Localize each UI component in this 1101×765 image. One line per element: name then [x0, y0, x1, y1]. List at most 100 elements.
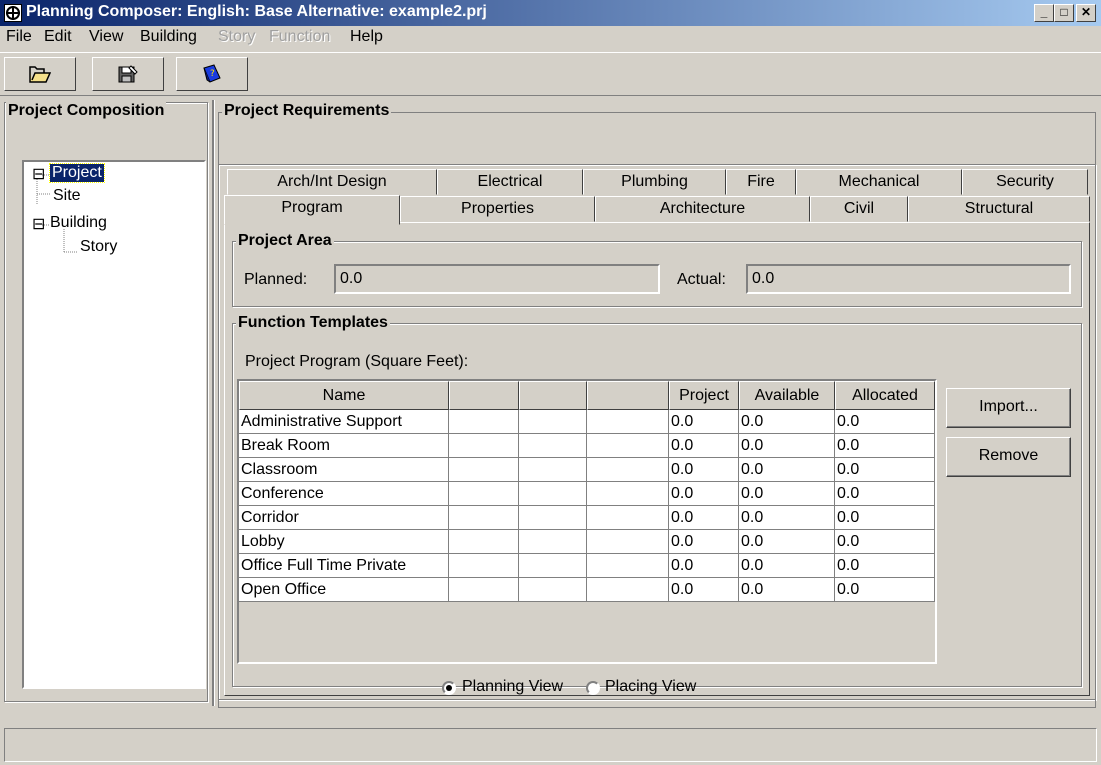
table-cell[interactable]: Open Office [239, 578, 449, 602]
table-cell[interactable] [449, 578, 519, 602]
help-button[interactable]: ? [176, 57, 248, 91]
table-header-col-project[interactable]: Project [669, 381, 739, 410]
table-cell[interactable]: Classroom [239, 458, 449, 482]
table-cell[interactable]: 0.0 [835, 482, 935, 506]
tab-electrical[interactable]: Electrical [437, 169, 583, 195]
table-cell[interactable]: 0.0 [669, 578, 739, 602]
table-cell[interactable]: 0.0 [835, 410, 935, 434]
tab-security[interactable]: Security [962, 169, 1088, 195]
table-cell[interactable] [449, 530, 519, 554]
table-cell[interactable] [449, 554, 519, 578]
table-header-col-available[interactable]: Available [739, 381, 835, 410]
table-cell[interactable]: 0.0 [669, 410, 739, 434]
open-button[interactable] [4, 57, 76, 91]
tree-expander-project[interactable]: ⊟ [32, 164, 45, 184]
tab-mechanical[interactable]: Mechanical [796, 169, 962, 195]
table-cell[interactable]: Office Full Time Private [239, 554, 449, 578]
table-cell[interactable] [587, 434, 669, 458]
table-cell[interactable]: 0.0 [835, 458, 935, 482]
tree-expander-building[interactable]: ⊟ [32, 214, 45, 234]
table-cell[interactable] [587, 482, 669, 506]
table-header-col-blank-2[interactable] [519, 381, 587, 410]
table-cell[interactable] [587, 410, 669, 434]
table-header-col-allocated[interactable]: Allocated [835, 381, 935, 410]
table-cell[interactable]: 0.0 [739, 554, 835, 578]
close-button[interactable]: ✕ [1076, 4, 1096, 22]
table-cell[interactable]: 0.0 [739, 410, 835, 434]
table-cell[interactable] [449, 482, 519, 506]
table-cell[interactable]: 0.0 [669, 482, 739, 506]
table-cell[interactable] [519, 434, 587, 458]
table-cell[interactable]: 0.0 [835, 554, 935, 578]
table-row[interactable]: Lobby 0.0 0.0 0.0 [239, 530, 935, 554]
table-cell[interactable]: Conference [239, 482, 449, 506]
table-cell[interactable] [449, 410, 519, 434]
menu-view[interactable]: View [89, 28, 123, 46]
table-cell[interactable] [587, 554, 669, 578]
table-cell[interactable] [519, 506, 587, 530]
table-cell[interactable]: 0.0 [669, 458, 739, 482]
table-row[interactable]: Office Full Time Private 0.0 0.0 0.0 [239, 554, 935, 578]
table-cell[interactable]: 0.0 [739, 506, 835, 530]
splitter[interactable] [212, 100, 215, 706]
table-row[interactable]: Break Room 0.0 0.0 0.0 [239, 434, 935, 458]
menu-building[interactable]: Building [140, 28, 197, 46]
placing-view-label[interactable]: Placing View [605, 678, 696, 696]
table-cell[interactable] [519, 482, 587, 506]
table-cell[interactable] [519, 530, 587, 554]
table-header-col-blank-3[interactable] [587, 381, 669, 410]
planning-view-label[interactable]: Planning View [462, 678, 563, 696]
function-table[interactable]: Name Project Available Allocated Administra… [237, 379, 937, 664]
tab-civil[interactable]: Civil [810, 196, 908, 222]
planning-view-radio[interactable] [442, 681, 456, 695]
tab-architecture[interactable]: Architecture [595, 196, 810, 222]
table-cell[interactable]: 0.0 [739, 482, 835, 506]
menu-edit[interactable]: Edit [44, 28, 72, 46]
table-row[interactable]: Open Office 0.0 0.0 0.0 [239, 578, 935, 602]
menu-help[interactable]: Help [350, 28, 383, 46]
tab-structural[interactable]: Structural [908, 196, 1090, 222]
table-cell[interactable] [519, 410, 587, 434]
table-cell[interactable]: Administrative Support [239, 410, 449, 434]
remove-button[interactable]: Remove [946, 437, 1071, 477]
table-cell[interactable]: 0.0 [669, 434, 739, 458]
table-cell[interactable] [587, 458, 669, 482]
table-cell[interactable] [587, 578, 669, 602]
table-cell[interactable]: 0.0 [669, 506, 739, 530]
table-cell[interactable]: 0.0 [739, 530, 835, 554]
planned-field[interactable]: 0.0 [334, 264, 660, 294]
table-row[interactable]: Classroom 0.0 0.0 0.0 [239, 458, 935, 482]
table-header-col-name[interactable]: Name [239, 381, 449, 410]
table-cell[interactable] [519, 578, 587, 602]
tab-fire[interactable]: Fire [726, 169, 796, 195]
table-row[interactable]: Corridor 0.0 0.0 0.0 [239, 506, 935, 530]
table-cell[interactable]: 0.0 [835, 506, 935, 530]
table-cell[interactable]: Lobby [239, 530, 449, 554]
tree-item-building[interactable]: Building [50, 214, 107, 232]
table-cell[interactable]: Corridor [239, 506, 449, 530]
table-cell[interactable]: 0.0 [835, 530, 935, 554]
table-row[interactable]: Conference 0.0 0.0 0.0 [239, 482, 935, 506]
table-cell[interactable]: 0.0 [669, 530, 739, 554]
tree-item-project[interactable]: Project [49, 163, 105, 183]
table-header-col-blank-1[interactable] [449, 381, 519, 410]
table-row[interactable]: Administrative Support 0.0 0.0 0.0 [239, 410, 935, 434]
menu-file[interactable]: File [6, 28, 32, 46]
tab-arch-int-design[interactable]: Arch/Int Design [227, 169, 437, 195]
tab-plumbing[interactable]: Plumbing [583, 169, 726, 195]
tab-program[interactable]: Program [224, 195, 400, 225]
minimize-button[interactable]: _ [1034, 4, 1054, 22]
maximize-button[interactable]: □ [1054, 4, 1074, 22]
table-cell[interactable] [449, 506, 519, 530]
table-cell[interactable]: 0.0 [835, 578, 935, 602]
table-cell[interactable]: 0.0 [739, 458, 835, 482]
table-cell[interactable] [519, 554, 587, 578]
table-cell[interactable]: 0.0 [835, 434, 935, 458]
save-button[interactable] [92, 57, 164, 91]
table-cell[interactable]: Break Room [239, 434, 449, 458]
table-cell[interactable] [587, 530, 669, 554]
tab-properties[interactable]: Properties [400, 196, 595, 222]
table-cell[interactable]: 0.0 [739, 578, 835, 602]
placing-view-radio[interactable] [586, 681, 600, 695]
actual-field[interactable]: 0.0 [746, 264, 1071, 294]
